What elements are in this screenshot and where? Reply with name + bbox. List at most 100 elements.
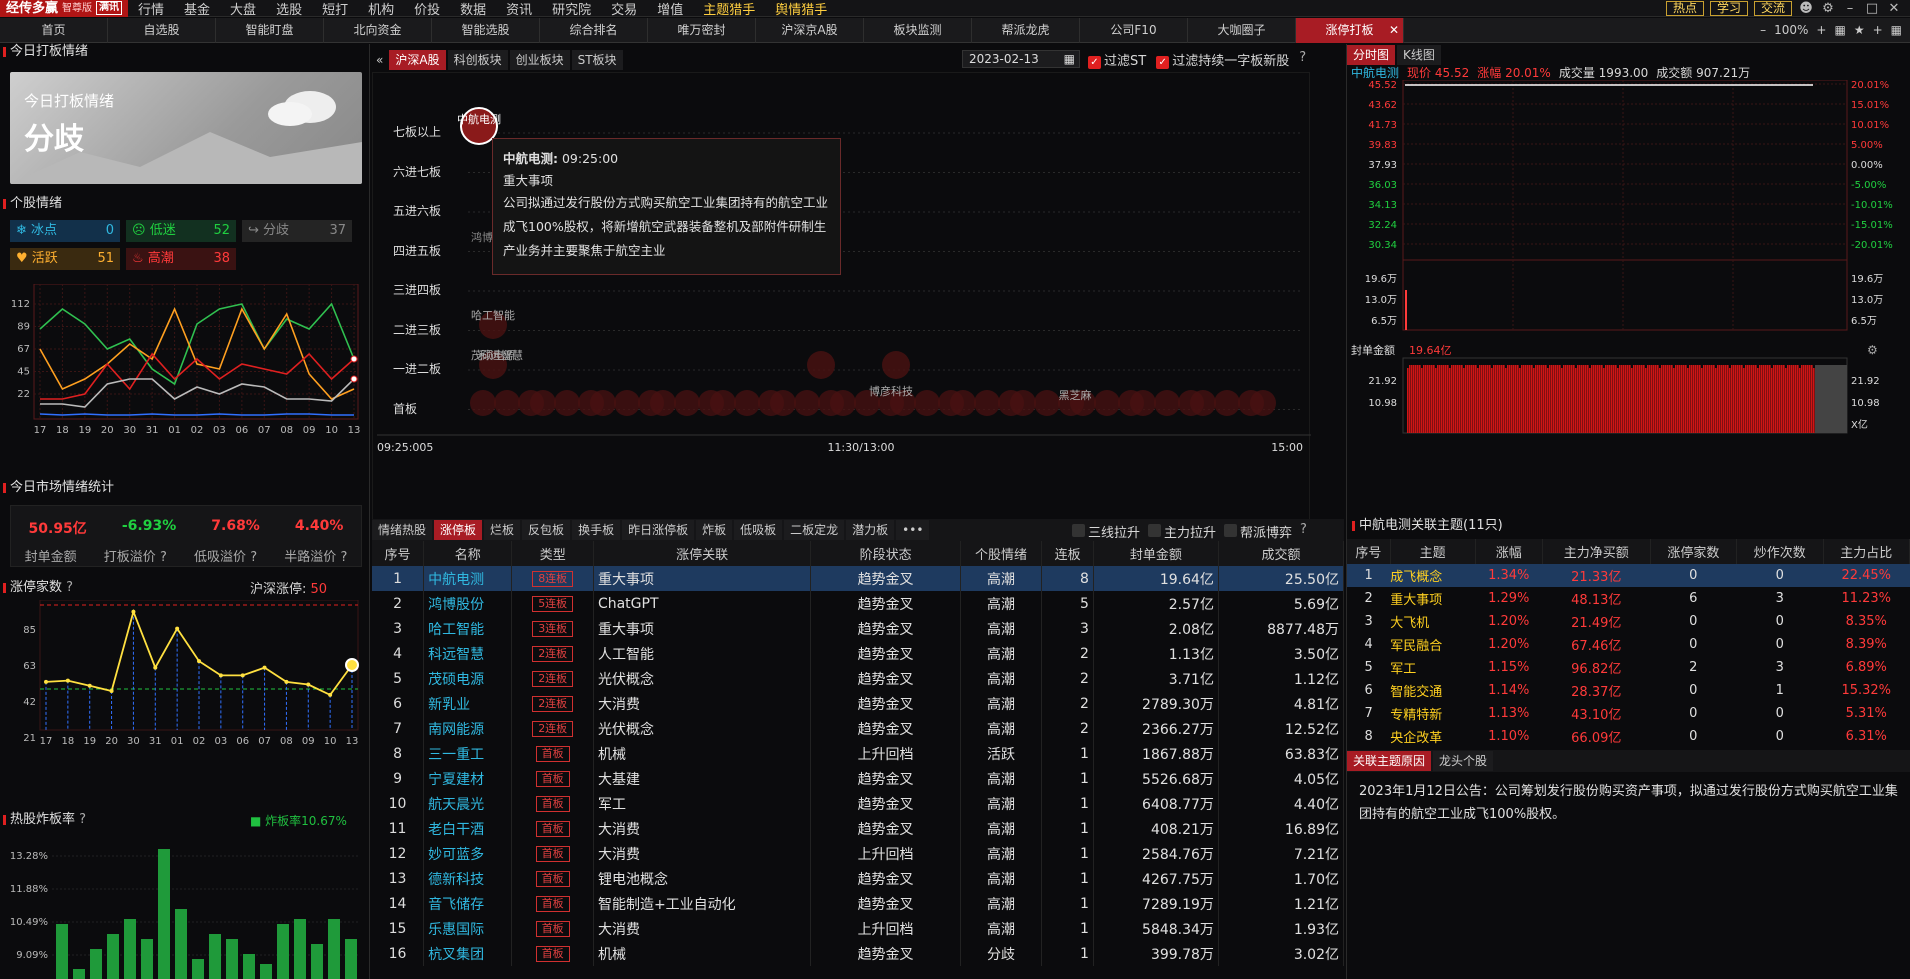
tile-icon[interactable]: ▦	[1891, 23, 1902, 37]
chart-tab-1[interactable]: K线图	[1397, 45, 1441, 65]
bottom-tab-1[interactable]: 龙头个股	[1433, 751, 1494, 771]
market-tab-1[interactable]: 科创板块	[447, 50, 508, 70]
menu-item-10[interactable]: 交易	[601, 0, 647, 18]
list-tab-7[interactable]: 低吸板	[734, 520, 783, 540]
cell-name[interactable]: 杭叉集团	[423, 941, 513, 966]
theme-row[interactable]: 7 专精特新 1.13% 43.10亿 0 0 5.31%	[1347, 702, 1910, 725]
cell-name[interactable]: 新乳业	[423, 691, 513, 716]
chart-tab-0[interactable]: 分时图	[1347, 45, 1396, 65]
col-header-1[interactable]: 名称	[423, 541, 513, 566]
help-icon[interactable]: ?	[1300, 522, 1307, 541]
cell-name[interactable]: 中航电测	[423, 566, 513, 591]
tab-7[interactable]: 沪深京A股	[756, 18, 864, 43]
tab-2[interactable]: 智能盯盘	[216, 18, 324, 43]
market-tab-2[interactable]: 创业板块	[509, 50, 570, 70]
filter-new-stock[interactable]: ✓ 过滤持续一字板新股	[1156, 50, 1289, 69]
tab-4[interactable]: 智能选股	[432, 18, 540, 43]
star-icon[interactable]: ★	[1854, 23, 1865, 37]
cell-name[interactable]: 哈工智能	[423, 616, 513, 641]
close-icon[interactable]: ✕	[1886, 1, 1902, 16]
cell-name[interactable]: 宁夏建材	[423, 766, 513, 791]
table-row[interactable]: 7 南网能源 2连板 光伏概念 趋势金叉 高潮 2 2366.27万 12.52亿	[372, 716, 1345, 741]
cell-name[interactable]: 南网能源	[423, 716, 513, 741]
checkbox[interactable]	[1148, 524, 1162, 537]
maximize-icon[interactable]: □	[1864, 1, 1880, 16]
zoom-out-icon[interactable]: –	[1760, 23, 1766, 37]
table-row[interactable]: 9 宁夏建材 首板 大基建 趋势金叉 高潮 1 5526.68万 4.05亿	[372, 766, 1345, 791]
ladder-stock[interactable]: 哈工智能	[471, 308, 515, 322]
ladder-stock[interactable]: 科远智慧	[479, 348, 523, 362]
tab-11[interactable]: 大咖圈子	[1188, 18, 1296, 43]
ladder-stock[interactable]: 博彦科技	[869, 384, 913, 398]
cell-name[interactable]: 茂硕电源	[423, 666, 513, 691]
menu-item-2[interactable]: 大盘	[220, 0, 266, 18]
table-row[interactable]: 3 哈工智能 3连板 重大事项 趋势金叉 高潮 3 2.08亿 8877.48万	[372, 616, 1345, 641]
col-header-4[interactable]: 阶段状态	[810, 541, 961, 566]
mood-climax[interactable]: ♨ 高潮 38	[126, 248, 236, 270]
theme-col-5[interactable]: 炒作次数	[1736, 539, 1824, 564]
cell-name[interactable]: 乐惠国际	[423, 916, 513, 941]
menu-item-8[interactable]: 资讯	[496, 0, 542, 18]
table-row[interactable]: 8 三一重工 首板 机械 上升回档 活跃 1 1867.88万 63.83亿	[372, 741, 1345, 766]
menu-item-4[interactable]: 短打	[312, 0, 358, 18]
theme-row[interactable]: 4 军民融合 1.20% 67.46亿 0 0 8.39%	[1347, 633, 1910, 656]
bottom-tab-0[interactable]: 关联主题原因	[1347, 751, 1432, 771]
col-header-3[interactable]: 涨停关联	[593, 541, 812, 566]
table-row[interactable]: 4 科远智慧 2连板 人工智能 趋势金叉 高潮 2 1.13亿 3.50亿	[372, 641, 1345, 666]
table-row[interactable]: 1 中航电测 8连板 重大事项 趋势金叉 高潮 8 19.64亿 25.50亿	[372, 566, 1345, 591]
menu-item-11[interactable]: 增值	[647, 0, 693, 18]
collapse-icon[interactable]: «	[376, 53, 383, 67]
list-tab-5[interactable]: 昨日涨停板	[622, 520, 695, 540]
tab-12[interactable]: 涨停打板 ✕	[1296, 18, 1404, 43]
hot-button[interactable]: 热点	[1665, 0, 1704, 16]
checkbox[interactable]	[1224, 524, 1238, 537]
cell-name[interactable]: 老白干酒	[423, 816, 513, 841]
help-icon[interactable]: ?	[79, 812, 86, 827]
table-row[interactable]: 12 妙可蓝多 首板 大消费 上升回档 高潮 1 2584.76万 7.21亿	[372, 841, 1345, 866]
table-row[interactable]: 11 老白干酒 首板 大消费 趋势金叉 高潮 1 408.21万 16.89亿	[372, 816, 1345, 841]
theme-row[interactable]: 8 央企改革 1.10% 66.09亿 0 0 6.31%	[1347, 725, 1910, 748]
menu-item-1[interactable]: 基金	[174, 0, 220, 18]
ladder-stock[interactable]: 中航电测	[457, 112, 501, 126]
help-icon[interactable]: ?	[250, 550, 257, 565]
app-logo[interactable]: 经传多赢 智尊版 满讯	[0, 0, 129, 17]
tab-1[interactable]: 自选股	[108, 18, 216, 43]
tab-6[interactable]: 唯万密封	[648, 18, 756, 43]
help-icon[interactable]: ?	[340, 550, 347, 565]
market-tab-3[interactable]: ST板块	[571, 50, 623, 70]
date-picker[interactable]: 2023-02-13 ▦	[962, 50, 1080, 68]
list-tab-6[interactable]: 炸板	[696, 520, 733, 540]
table-row[interactable]: 14 音飞储存 首板 智能制造+工业自动化 趋势金叉 高潮 1 7289.19万 1.21亿	[372, 891, 1345, 916]
theme-row[interactable]: 6 智能交通 1.14% 28.37亿 0 1 15.32%	[1347, 679, 1910, 702]
menu-item-5[interactable]: 机构	[358, 0, 404, 18]
list-filter-2[interactable]: 帮派博弈	[1224, 522, 1292, 541]
theme-col-0[interactable]: 序号	[1347, 539, 1391, 564]
tab-9[interactable]: 帮派龙虎	[972, 18, 1080, 43]
list-tab-4[interactable]: 换手板	[572, 520, 621, 540]
theme-col-6[interactable]: 主力占比	[1823, 539, 1910, 564]
menu-item-12[interactable]: 主题猎手	[693, 0, 765, 18]
col-header-2[interactable]: 类型	[511, 541, 594, 566]
ladder-stock[interactable]: 黑芝麻	[1059, 388, 1092, 402]
list-tab-9[interactable]: 潜力板	[846, 520, 895, 540]
table-row[interactable]: 10 航天晨光 首板 军工 趋势金叉 高潮 1 6408.77万 4.40亿	[372, 791, 1345, 816]
close-tab-icon[interactable]: ✕	[1389, 18, 1399, 43]
theme-col-1[interactable]: 主题	[1390, 539, 1476, 564]
mood-low[interactable]: ☹ 低迷 52	[126, 220, 236, 242]
table-row[interactable]: 5 茂硕电源 2连板 光伏概念 趋势金叉 高潮 2 3.71亿 1.12亿	[372, 666, 1345, 691]
help-icon[interactable]: ?	[1299, 50, 1306, 69]
list-filter-0[interactable]: 三线拉升	[1072, 522, 1140, 541]
cell-name[interactable]: 三一重工	[423, 741, 513, 766]
chat-button[interactable]: 交流	[1753, 0, 1792, 16]
menu-item-3[interactable]: 选股	[266, 0, 312, 18]
menu-item-7[interactable]: 数据	[450, 0, 496, 18]
theme-row[interactable]: 1 成飞概念 1.34% 21.33亿 0 0 22.45%	[1347, 564, 1910, 587]
cell-name[interactable]: 科远智慧	[423, 641, 513, 666]
mood-active[interactable]: ♥ 活跃 51	[10, 248, 120, 270]
zoom-in-icon[interactable]: +	[1816, 23, 1826, 37]
menu-item-9[interactable]: 研究院	[542, 0, 601, 18]
menu-item-6[interactable]: 价投	[404, 0, 450, 18]
col-header-0[interactable]: 序号	[372, 541, 425, 566]
table-row[interactable]: 6 新乳业 2连板 大消费 趋势金叉 高潮 2 2789.30万 4.81亿	[372, 691, 1345, 716]
list-tab-8[interactable]: 二板定龙	[784, 520, 845, 540]
